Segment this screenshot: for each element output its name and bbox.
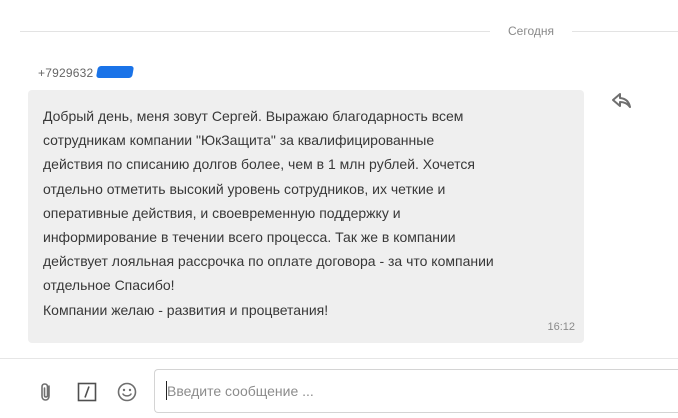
message-composer [0,358,678,418]
message-line: Добрый день, меня зовут Сергей. Выражаю … [43,108,464,124]
message-line: действует лояльная рассрочка по оплате д… [43,253,494,270]
emoji-icon [117,382,137,402]
message-input-wrapper [154,369,678,413]
attach-button[interactable] [36,381,58,403]
message-text: Добрый день, меня зовут Сергей. Выражаю … [43,104,573,322]
message-timestamp: 16:12 [547,321,575,333]
template-button[interactable] [76,381,98,403]
message-bubble: Добрый день, меня зовут Сергей. Выражаю … [28,90,584,343]
message-line: отдельное Спасибо! [43,277,175,294]
message-line: действия по списанию долгов более, чем в… [43,156,475,173]
reply-icon [612,93,631,108]
divider-line-left [20,31,490,32]
message-line: оперативные действия, и своевременную по… [43,204,401,221]
message-line: Компании желаю - развития и процветания! [43,301,329,318]
divider-line-right [572,31,678,32]
template-icon [77,382,97,402]
message-line: отдельно отметить высокий уровень сотруд… [43,180,446,197]
date-divider-label: Сегодня [508,24,554,38]
message-line: сотрудникам компании "ЮкЗащита" за квали… [43,132,435,149]
emoji-button[interactable] [116,381,138,403]
date-divider: Сегодня [0,18,678,46]
message-line: информирование в течении всего процесса.… [43,229,456,246]
redaction-mark [95,66,135,78]
reply-button[interactable] [610,90,634,112]
sender-phone: +7929632 [38,66,94,80]
paperclip-icon [41,383,50,401]
message-input[interactable] [167,381,647,401]
